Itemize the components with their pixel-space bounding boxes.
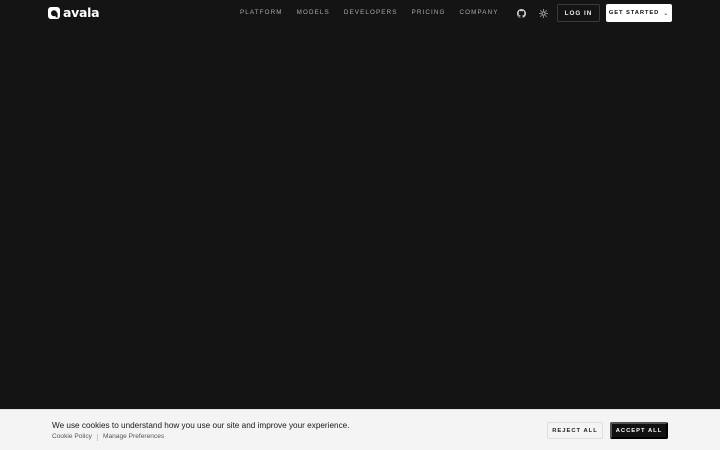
- accept-all-button[interactable]: ACCEPT ALL: [610, 422, 668, 439]
- get-started-button[interactable]: GET STARTED ⌄: [606, 4, 672, 22]
- nav-item-developers[interactable]: DEVELOPERS: [344, 8, 398, 18]
- cookie-policy-link[interactable]: Cookie Policy: [52, 432, 92, 442]
- avala-logo-icon: [48, 7, 60, 19]
- sun-icon: [538, 8, 548, 18]
- nav-item-models[interactable]: MODELS: [297, 8, 330, 18]
- get-started-label: GET STARTED: [608, 10, 660, 16]
- manage-preferences-link[interactable]: Manage Preferences: [103, 432, 164, 442]
- theme-toggle-button[interactable]: [538, 8, 548, 18]
- site-header: avala PLATFORM MODELS DEVELOPERS PRICING…: [0, 0, 720, 26]
- chevron-down-icon: ⌄: [663, 10, 670, 17]
- main-nav: PLATFORM MODELS DEVELOPERS PRICING COMPA…: [240, 8, 513, 18]
- brand-logo-link[interactable]: avala: [48, 5, 100, 20]
- page: avala PLATFORM MODELS DEVELOPERS PRICING…: [0, 0, 720, 450]
- link-divider: [96, 433, 98, 441]
- nav-item-company[interactable]: COMPANY: [459, 8, 498, 18]
- reject-all-button[interactable]: REJECT ALL: [547, 422, 603, 439]
- nav-item-pricing[interactable]: PRICING: [412, 8, 446, 18]
- nav-item-platform[interactable]: PLATFORM: [240, 8, 283, 18]
- login-button[interactable]: LOG IN: [557, 4, 600, 22]
- brand-name: avala: [63, 5, 100, 20]
- github-icon: [516, 8, 526, 18]
- github-link[interactable]: [516, 8, 526, 18]
- cookie-banner: We use cookies to understand how you use…: [0, 409, 720, 450]
- cookie-message: We use cookies to understand how you use…: [52, 421, 350, 430]
- cookie-links: Cookie Policy Manage Preferences: [52, 432, 164, 442]
